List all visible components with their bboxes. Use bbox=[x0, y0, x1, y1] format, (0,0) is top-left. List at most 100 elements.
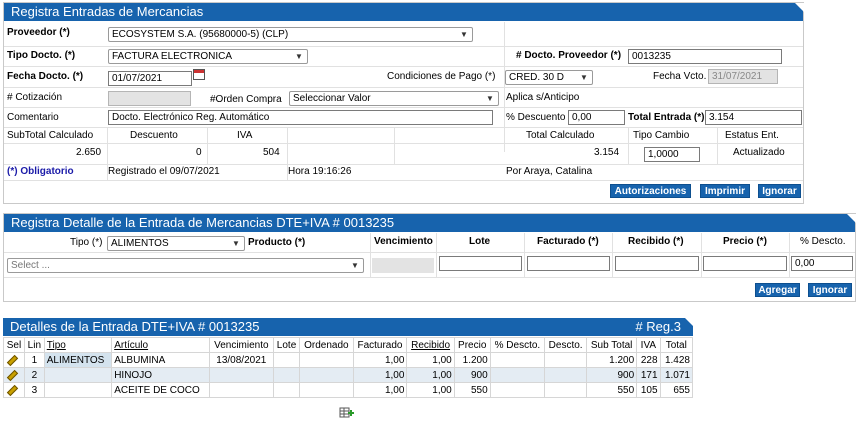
cell-ordenado bbox=[299, 367, 354, 383]
cell-total: 1.428 bbox=[659, 352, 694, 368]
cell-articulo: ALBUMINA bbox=[111, 352, 210, 368]
estatus-value: Actualizado bbox=[733, 147, 785, 158]
cell-total: 1.071 bbox=[659, 367, 694, 383]
col-subtotal: Sub Total bbox=[586, 337, 638, 353]
cell-pct-descto bbox=[489, 352, 546, 368]
lote-input[interactable] bbox=[439, 256, 522, 271]
proveedor-label: Proveedor (*) bbox=[7, 27, 70, 38]
table-row[interactable]: 2 HINOJO 1,00 1,00 900 900 171 1.071 bbox=[3, 367, 694, 383]
entry-header-panel: Registra Entradas de Mercancias Proveedo… bbox=[3, 2, 804, 204]
cell-facturado: 1,00 bbox=[352, 367, 408, 383]
producto-label: Producto (*) bbox=[248, 237, 306, 248]
producto-select[interactable]: Select ... ▼ bbox=[7, 258, 364, 273]
orden-compra-select[interactable]: Seleccionar Valor ▼ bbox=[289, 91, 499, 106]
col-descto: Descto. bbox=[544, 337, 588, 353]
precio-label: Precio (*) bbox=[723, 236, 767, 247]
fecha-docto-label: Fecha Docto. (*) bbox=[7, 71, 84, 82]
col-articulo[interactable]: Artículo bbox=[111, 337, 210, 353]
condiciones-select[interactable]: CRED. 30 D ▼ bbox=[505, 70, 593, 85]
por-text: Por Araya, Catalina bbox=[506, 166, 593, 177]
fecha-docto-input[interactable]: 01/07/2021 bbox=[108, 71, 192, 86]
recibido-label: Recibido (*) bbox=[628, 236, 684, 247]
proveedor-select[interactable]: ECOSYSTEM S.A. (95680000-5) (CLP) ▼ bbox=[108, 27, 473, 42]
cell-subtotal: 900 bbox=[586, 367, 638, 383]
lines-title: Detalles de la Entrada DTE+IVA # 0013235… bbox=[3, 318, 694, 336]
col-sel: Sel bbox=[3, 337, 25, 353]
lote-label: Lote bbox=[469, 236, 491, 247]
col-iva: IVA bbox=[636, 337, 661, 353]
cell-precio: 550 bbox=[453, 382, 491, 398]
tipo-select[interactable]: ALIMENTOS ▼ bbox=[107, 236, 245, 251]
descuento-value: 0 bbox=[196, 147, 202, 158]
facturado-label: Facturado (*) bbox=[537, 236, 599, 247]
cell-recibido: 1,00 bbox=[406, 367, 455, 383]
table-row[interactable]: 1 ALIMENTOS ALBUMINA 13/08/2021 1,00 1,0… bbox=[3, 352, 694, 368]
condiciones-label: Condiciones de Pago (*) bbox=[387, 71, 496, 82]
cell-vencimiento: 13/08/2021 bbox=[208, 352, 274, 368]
descto-label: % Descto. bbox=[800, 236, 846, 247]
chevron-down-icon: ▼ bbox=[486, 94, 494, 103]
cell-iva: 228 bbox=[636, 352, 661, 368]
cell-total: 655 bbox=[659, 382, 694, 398]
imprimir-button[interactable]: Imprimir bbox=[700, 184, 750, 198]
detail-ignorar-button[interactable]: Ignorar bbox=[808, 283, 852, 297]
tipo-cambio-label: Tipo Cambio bbox=[633, 130, 690, 141]
pencil-icon[interactable] bbox=[3, 382, 25, 398]
col-vencimiento: Vencimiento bbox=[208, 337, 274, 353]
cell-lin: 1 bbox=[23, 352, 45, 368]
col-total: Total bbox=[659, 337, 694, 353]
descuento-pct-label: % Descuento bbox=[506, 112, 566, 123]
chevron-down-icon: ▼ bbox=[295, 52, 303, 61]
ignorar-button[interactable]: Ignorar bbox=[758, 184, 801, 198]
col-tipo[interactable]: Tipo bbox=[43, 337, 113, 353]
tipo-cambio-input[interactable]: 1,0000 bbox=[644, 147, 700, 162]
chevron-down-icon: ▼ bbox=[460, 30, 468, 39]
vencimiento-label: Vencimiento bbox=[374, 236, 433, 247]
cell-ordenado bbox=[299, 352, 354, 368]
cell-facturado: 1,00 bbox=[352, 382, 408, 398]
cell-lote bbox=[272, 352, 301, 368]
cell-pct-descto bbox=[489, 367, 546, 383]
col-recibido[interactable]: Recibido bbox=[406, 337, 455, 353]
cell-tipo bbox=[43, 367, 113, 383]
table-row[interactable]: 3 ACEITE DE COCO 1,00 1,00 550 550 105 6… bbox=[3, 382, 694, 398]
descto-input[interactable]: 0,00 bbox=[791, 256, 853, 271]
hora-text: Hora 19:16:26 bbox=[288, 166, 352, 177]
col-facturado: Facturado bbox=[352, 337, 408, 353]
comentario-input[interactable]: Docto. Electrónico Reg. Automático bbox=[108, 110, 493, 125]
calendar-icon[interactable] bbox=[193, 69, 205, 80]
iva-label: IVA bbox=[237, 130, 253, 141]
col-precio: Precio bbox=[453, 337, 491, 353]
num-docto-input[interactable]: 0013235 bbox=[628, 49, 782, 64]
excel-export-icon[interactable] bbox=[339, 407, 354, 419]
cell-descto bbox=[544, 382, 588, 398]
tipo-docto-label: Tipo Docto. (*) bbox=[7, 50, 76, 61]
subtotal-value: 2.650 bbox=[76, 147, 102, 158]
total-entrada-label: Total Entrada (*) bbox=[628, 112, 705, 123]
facturado-input[interactable] bbox=[527, 256, 610, 271]
pencil-icon[interactable] bbox=[3, 367, 25, 383]
vencimiento-input bbox=[372, 258, 434, 273]
tipo-docto-select[interactable]: FACTURA ELECTRONICA ▼ bbox=[108, 49, 308, 64]
obligatorio-note: (*) Obligatorio bbox=[7, 166, 74, 177]
cell-tipo bbox=[43, 382, 113, 398]
cell-iva: 171 bbox=[636, 367, 661, 383]
estatus-label: Estatus Ent. bbox=[725, 130, 779, 141]
cotizacion-label: # Cotización bbox=[7, 92, 63, 103]
col-lote: Lote bbox=[272, 337, 301, 353]
precio-input[interactable] bbox=[703, 256, 787, 271]
comentario-label: Comentario bbox=[7, 112, 59, 123]
chevron-down-icon: ▼ bbox=[580, 73, 588, 82]
cell-recibido: 1,00 bbox=[406, 382, 455, 398]
autorizaciones-button[interactable]: Autorizaciones bbox=[610, 184, 691, 198]
descuento-pct-input[interactable]: 0,00 bbox=[568, 110, 625, 125]
subtotal-label: SubTotal Calculado bbox=[7, 130, 94, 141]
col-ordenado: Ordenado bbox=[299, 337, 354, 353]
detail-entry-panel: Registra Detalle de la Entrada de Mercan… bbox=[3, 213, 856, 302]
recibido-input[interactable] bbox=[615, 256, 699, 271]
total-entrada-input[interactable]: 3.154 bbox=[705, 110, 802, 125]
agregar-button[interactable]: Agregar bbox=[755, 283, 800, 297]
col-lin: Lin bbox=[23, 337, 45, 353]
anticipo-label: Aplica s/Anticipo bbox=[506, 92, 580, 103]
pencil-icon[interactable] bbox=[3, 352, 25, 368]
